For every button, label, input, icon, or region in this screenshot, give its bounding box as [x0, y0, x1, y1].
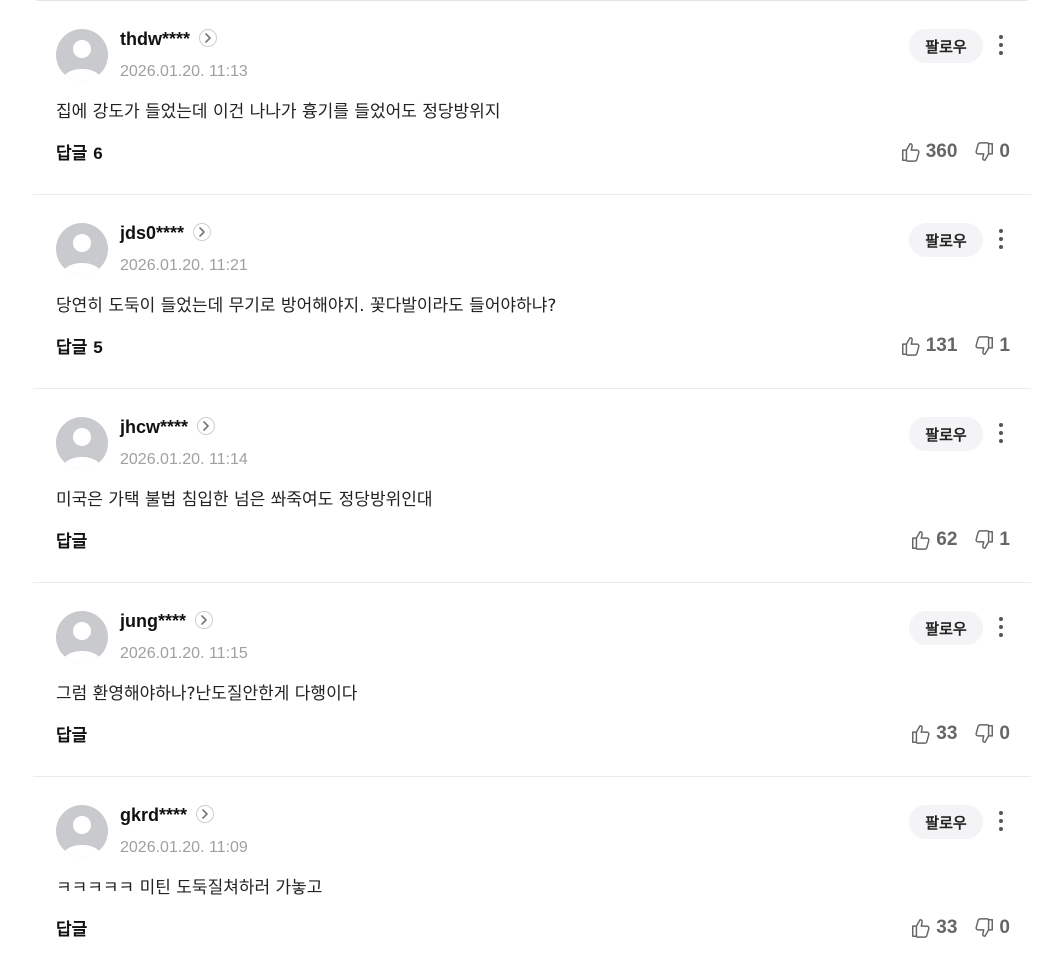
- follow-button[interactable]: 팔로우: [909, 805, 983, 839]
- comment-date: 2026.01.20. 11:15: [120, 645, 248, 662]
- thumbs-up-icon: [901, 337, 920, 356]
- like-button[interactable]: 360: [900, 141, 958, 163]
- vote-group: 360 0: [900, 141, 1010, 163]
- more-options-icon[interactable]: [991, 225, 1011, 253]
- thumbs-up-icon: [912, 531, 930, 550]
- username[interactable]: gkrd****: [120, 805, 187, 825]
- reply-button[interactable]: 답글: [56, 919, 93, 941]
- like-count: 62: [936, 529, 958, 550]
- default-avatar-icon: [56, 29, 108, 81]
- username-row[interactable]: jhcw****: [120, 416, 216, 438]
- chevron-right-icon[interactable]: [195, 611, 214, 630]
- username-row[interactable]: thdw****: [120, 28, 218, 50]
- comment-text: 집에 강도가 들었는데 이건 나나가 흉기를 들었어도 정당방위지: [56, 102, 501, 122]
- chevron-right-icon[interactable]: [197, 417, 216, 436]
- comment-text: 그럼 환영해야하나?난도질안한게 다행이다: [56, 684, 358, 704]
- avatar[interactable]: [56, 805, 108, 857]
- comment-text: 미국은 가택 불법 침입한 넘은 쏴죽여도 정당방위인대: [56, 490, 433, 510]
- comment-item: jhcw**** 2026.01.20. 11:14 팔로우 미국은 가택 불법…: [33, 389, 1031, 583]
- vote-group: 131 1: [900, 335, 1010, 357]
- default-avatar-icon: [56, 223, 108, 275]
- chevron-right-icon[interactable]: [196, 805, 215, 824]
- reply-count: 6: [93, 144, 103, 163]
- like-button[interactable]: 33: [910, 917, 957, 939]
- default-avatar-icon: [56, 805, 108, 857]
- more-options-icon[interactable]: [991, 807, 1011, 835]
- comment-list: thdw**** 2026.01.20. 11:13 팔로우 집에 강도가 들었…: [33, 1, 1031, 957]
- thumbs-down-icon: [975, 336, 994, 355]
- reply-button[interactable]: 답글 6: [56, 143, 103, 165]
- like-count: 131: [925, 335, 958, 356]
- thumbs-down-icon: [975, 918, 994, 937]
- dislike-count: 0: [999, 917, 1010, 938]
- reply-button[interactable]: 답글: [56, 531, 93, 553]
- reply-count: 5: [93, 338, 103, 357]
- dislike-count: 0: [999, 141, 1010, 162]
- like-button[interactable]: 131: [900, 335, 958, 357]
- reply-label: 답글: [56, 144, 88, 164]
- reply-button[interactable]: 답글: [56, 725, 93, 747]
- like-button[interactable]: 62: [910, 529, 957, 551]
- comment-date: 2026.01.20. 11:13: [120, 63, 248, 80]
- thumbs-up-icon: [901, 143, 920, 162]
- comment-item: jung**** 2026.01.20. 11:15 팔로우 그럼 환영해야하나…: [33, 583, 1031, 777]
- reply-label: 답글: [56, 726, 88, 746]
- avatar[interactable]: [56, 417, 108, 469]
- chevron-right-icon[interactable]: [199, 29, 218, 48]
- more-options-icon[interactable]: [991, 613, 1011, 641]
- reply-button[interactable]: 답글 5: [56, 337, 103, 359]
- username-row[interactable]: jds0****: [120, 222, 212, 244]
- reply-label: 답글: [56, 920, 88, 940]
- comment-date: 2026.01.20. 11:14: [120, 451, 248, 468]
- username[interactable]: jds0****: [120, 223, 184, 243]
- thumbs-up-icon: [912, 725, 930, 744]
- username-row[interactable]: gkrd****: [120, 804, 215, 826]
- dislike-count: 0: [999, 723, 1010, 744]
- dislike-button[interactable]: 0: [973, 723, 1010, 745]
- dislike-button[interactable]: 0: [973, 141, 1010, 163]
- avatar[interactable]: [56, 223, 108, 275]
- default-avatar-icon: [56, 417, 108, 469]
- reply-label: 답글: [56, 338, 88, 358]
- like-count: 360: [925, 141, 958, 162]
- comment-date: 2026.01.20. 11:09: [120, 839, 248, 856]
- dislike-button[interactable]: 1: [973, 335, 1010, 357]
- thumbs-up-icon: [912, 919, 930, 938]
- follow-button[interactable]: 팔로우: [909, 223, 983, 257]
- avatar[interactable]: [56, 611, 108, 663]
- username[interactable]: jung****: [120, 611, 186, 631]
- username[interactable]: jhcw****: [120, 417, 188, 437]
- vote-group: 33 0: [910, 723, 1010, 745]
- username-row[interactable]: jung****: [120, 610, 214, 632]
- comment-item: thdw**** 2026.01.20. 11:13 팔로우 집에 강도가 들었…: [33, 1, 1031, 195]
- dislike-button[interactable]: 1: [973, 529, 1010, 551]
- default-avatar-icon: [56, 611, 108, 663]
- follow-button[interactable]: 팔로우: [909, 611, 983, 645]
- dislike-count: 1: [999, 335, 1010, 356]
- avatar[interactable]: [56, 29, 108, 81]
- like-count: 33: [936, 917, 958, 938]
- like-count: 33: [936, 723, 958, 744]
- vote-group: 62 1: [910, 529, 1010, 551]
- comment-text: ㅋㅋㅋㅋㅋ 미틴 도둑질쳐하러 가놓고: [56, 878, 323, 898]
- chevron-right-icon[interactable]: [193, 223, 212, 242]
- more-options-icon[interactable]: [991, 419, 1011, 447]
- comment-section: thdw**** 2026.01.20. 11:13 팔로우 집에 강도가 들었…: [0, 0, 1047, 957]
- comment-item: gkrd**** 2026.01.20. 11:09 팔로우 ㅋㅋㅋㅋㅋ 미틴 …: [33, 777, 1031, 957]
- more-options-icon[interactable]: [991, 31, 1011, 59]
- reply-label: 답글: [56, 532, 88, 552]
- thumbs-down-icon: [975, 142, 994, 161]
- like-button[interactable]: 33: [910, 723, 957, 745]
- thumbs-down-icon: [975, 530, 994, 549]
- follow-button[interactable]: 팔로우: [909, 417, 983, 451]
- follow-button[interactable]: 팔로우: [909, 29, 983, 63]
- comment-date: 2026.01.20. 11:21: [120, 257, 248, 274]
- thumbs-down-icon: [975, 724, 994, 743]
- vote-group: 33 0: [910, 917, 1010, 939]
- comment-text: 당연히 도둑이 들었는데 무기로 방어해야지. 꽃다발이라도 들어야하냐?: [56, 296, 557, 316]
- username[interactable]: thdw****: [120, 29, 190, 49]
- dislike-button[interactable]: 0: [973, 917, 1010, 939]
- dislike-count: 1: [999, 529, 1010, 550]
- comment-item: jds0**** 2026.01.20. 11:21 팔로우 당연히 도둑이 들…: [33, 195, 1031, 389]
